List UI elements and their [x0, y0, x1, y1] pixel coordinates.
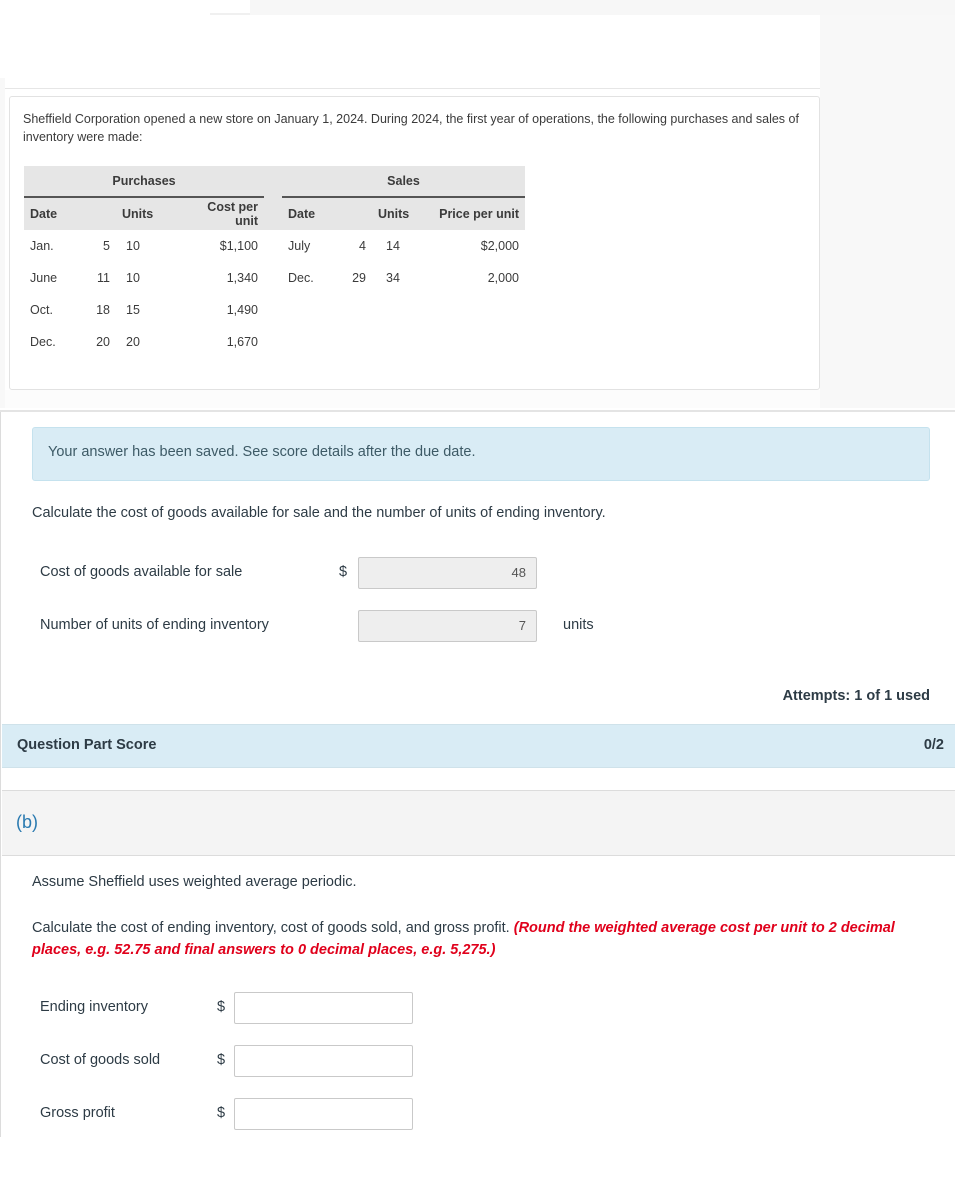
dollar-sign: $ — [339, 564, 348, 580]
purchase-month: June — [30, 271, 58, 285]
sale-units: 34 — [386, 271, 400, 285]
cogs-input[interactable] — [234, 1045, 413, 1077]
table-row: June 11 10 1,340 Dec. 29 34 2,000 — [24, 262, 525, 294]
column-header-purchase-date: Date — [24, 197, 116, 230]
problem-card: Sheffield Corporation opened a new store… — [9, 96, 820, 390]
dollar-sign: $ — [217, 1052, 226, 1068]
sale-month: July — [288, 239, 311, 253]
right-gutter — [820, 15, 955, 408]
part-b-instruction: Calculate the cost of ending inventory, … — [32, 917, 932, 961]
question-part-score-bar: Question Part Score 0/2 — [2, 724, 955, 768]
sale-month: Dec. — [288, 271, 314, 285]
gross-profit-input[interactable] — [234, 1098, 413, 1130]
purchases-header: Purchases — [24, 166, 264, 198]
table-column-header-row: Date Units Cost per unit Date Units Pric… — [24, 197, 525, 230]
purchase-day: 11 — [97, 271, 110, 285]
inventory-table: Purchases Sales Date Units Cost per unit… — [24, 166, 525, 358]
cogas-answer-field[interactable]: 48 — [358, 557, 537, 589]
ending-units-answer-field[interactable]: 7 — [358, 610, 537, 642]
sale-price: 2,000 — [487, 271, 519, 285]
purchase-cost: 1,670 — [226, 335, 258, 349]
gross-profit-label: Gross profit — [40, 1105, 115, 1121]
purchase-month: Oct. — [30, 303, 53, 317]
purchase-month: Jan. — [30, 239, 54, 253]
attempts-counter: Attempts: 1 of 1 used — [782, 688, 930, 704]
cogas-label: Cost of goods available for sale — [40, 564, 243, 580]
part-b-instruction-text: Calculate the cost of ending inventory, … — [32, 920, 510, 936]
problem-intro: Sheffield Corporation opened a new store… — [23, 112, 799, 144]
column-header-price-per-unit: Price per unit — [428, 197, 525, 230]
sale-units: 14 — [386, 239, 400, 253]
sale-day: 29 — [352, 271, 366, 285]
sale-day: 4 — [359, 239, 366, 253]
column-header-sale-date: Date — [282, 197, 372, 230]
table-row: Oct. 18 15 1,490 — [24, 294, 525, 326]
part-a-instruction: Calculate the cost of goods available fo… — [32, 505, 606, 521]
ending-units-label: Number of units of ending inventory — [40, 617, 269, 633]
card-bottom-strip — [5, 390, 820, 408]
purchase-units: 20 — [126, 335, 140, 349]
part-b-label: (b) — [16, 812, 38, 832]
divider — [5, 88, 820, 89]
ending-inventory-input[interactable] — [234, 992, 413, 1024]
purchase-cost: 1,490 — [226, 303, 258, 317]
dollar-sign: $ — [217, 1105, 226, 1121]
left-gutter — [0, 78, 5, 408]
purchase-units: 15 — [126, 303, 140, 317]
part-b-header: (b) — [2, 790, 955, 856]
ending-inventory-label: Ending inventory — [40, 999, 149, 1015]
column-header-cost-per-unit: Cost per unit — [176, 197, 264, 230]
table-group-header-row: Purchases Sales — [24, 166, 525, 198]
table-row: Jan. 5 10 $1,100 July 4 14 $2,000 — [24, 230, 525, 262]
purchase-month: Dec. — [30, 335, 56, 349]
answer-saved-banner: Your answer has been saved. See score de… — [32, 427, 930, 481]
purchase-day: 18 — [96, 303, 110, 317]
purchase-units: 10 — [126, 239, 140, 253]
top-background-strip-edge — [210, 13, 250, 15]
dollar-sign: $ — [217, 999, 226, 1015]
purchase-cost: $1,100 — [219, 239, 258, 253]
sales-header: Sales — [282, 166, 525, 198]
purchase-day: 20 — [96, 335, 110, 349]
cogs-label: Cost of goods sold — [40, 1052, 161, 1068]
score-value: 0/2 — [923, 737, 944, 753]
purchase-day: 5 — [103, 239, 110, 253]
column-header-sale-units: Units — [372, 197, 428, 230]
column-header-purchase-units: Units — [116, 197, 176, 230]
score-label: Question Part Score — [17, 737, 157, 753]
top-background-strip — [250, 0, 955, 15]
table-row: Dec. 20 20 1,670 — [24, 326, 525, 358]
sale-price: $2,000 — [480, 239, 519, 253]
section-divider — [0, 410, 955, 412]
units-suffix: units — [563, 617, 594, 633]
purchase-cost: 1,340 — [226, 271, 258, 285]
left-border — [0, 412, 1, 1137]
purchase-units: 10 — [126, 271, 140, 285]
part-b-assumption: Assume Sheffield uses weighted average p… — [32, 874, 357, 890]
